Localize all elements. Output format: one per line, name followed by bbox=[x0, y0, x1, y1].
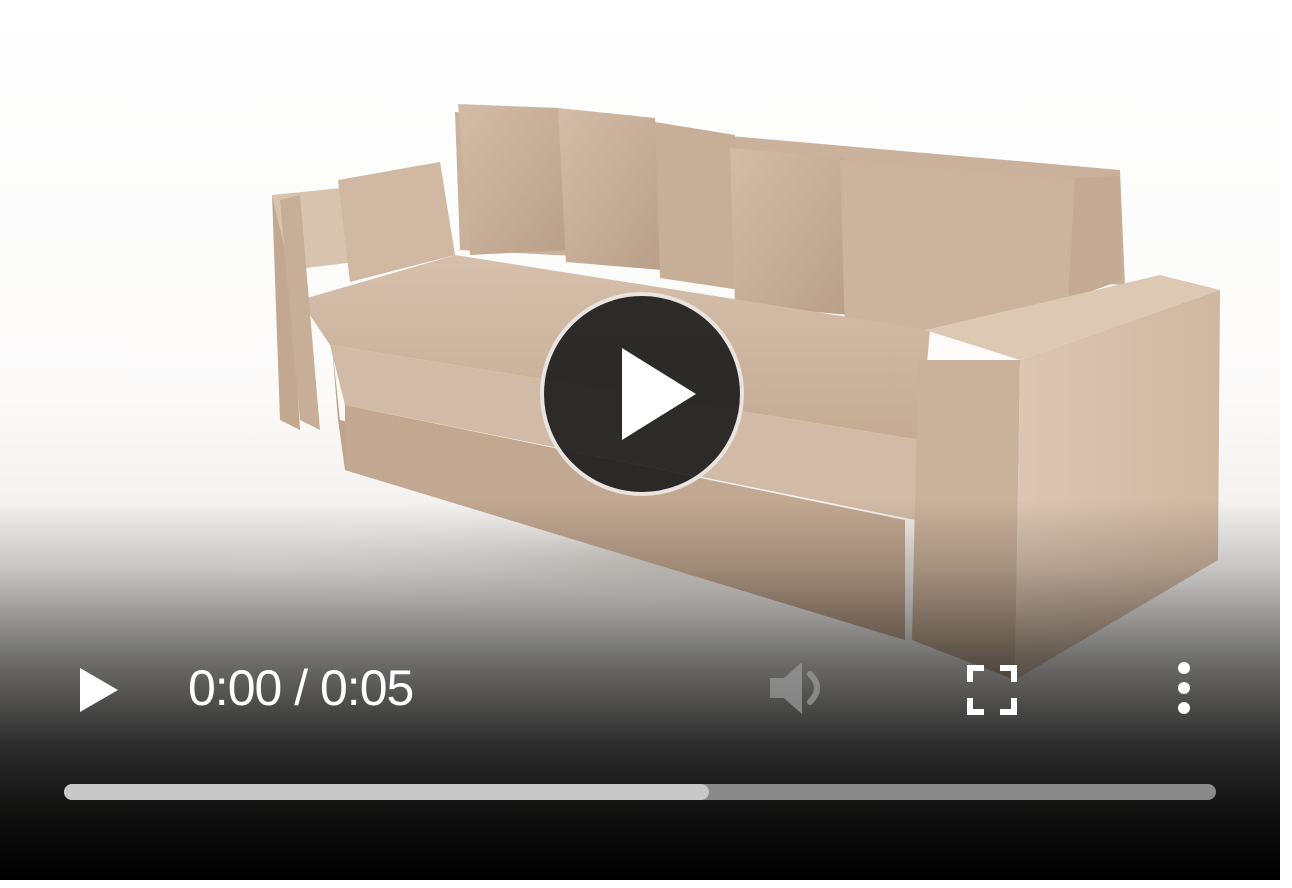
play-icon bbox=[80, 668, 118, 712]
volume-muted-icon bbox=[770, 662, 820, 714]
more-options-button[interactable] bbox=[1164, 656, 1204, 720]
mute-button[interactable] bbox=[764, 656, 836, 720]
big-play-button[interactable] bbox=[540, 292, 744, 496]
page-margin-bottom bbox=[0, 880, 1292, 888]
fullscreen-icon bbox=[967, 665, 1017, 715]
time-display: 0:00 / 0:05 bbox=[188, 660, 414, 716]
fullscreen-button[interactable] bbox=[962, 660, 1022, 720]
video-player[interactable]: 0:00 / 0:05 bbox=[0, 0, 1280, 880]
more-vertical-icon bbox=[1178, 662, 1190, 714]
progress-buffer bbox=[64, 784, 710, 800]
play-circle-icon bbox=[622, 348, 696, 440]
progress-bar[interactable] bbox=[64, 784, 1216, 800]
page-margin-right bbox=[1280, 0, 1292, 888]
play-button[interactable] bbox=[70, 662, 126, 718]
